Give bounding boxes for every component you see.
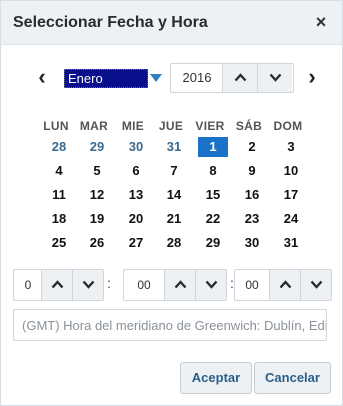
minute-decrement-button[interactable] xyxy=(195,270,226,300)
calendar-day[interactable]: 18 xyxy=(44,209,74,229)
calendar-day[interactable]: 12 xyxy=(82,185,112,205)
second-increment-button[interactable] xyxy=(269,270,300,300)
cancel-button[interactable]: Cancelar xyxy=(254,362,331,394)
time-selector: 0 : 00: 00 xyxy=(13,269,333,301)
calendar-day[interactable]: 31 xyxy=(276,233,306,253)
second-input[interactable]: 00 xyxy=(235,270,269,300)
chevron-down-icon[interactable] xyxy=(150,74,162,82)
calendar-day[interactable]: 14 xyxy=(159,185,189,205)
calendar-day[interactable]: 9 xyxy=(237,161,267,181)
weekday-label: SÁB xyxy=(235,119,263,133)
next-month-icon[interactable]: › xyxy=(301,65,323,91)
chevron-up-icon xyxy=(174,280,187,289)
calendar-day[interactable]: 22 xyxy=(198,209,228,229)
year-decrement-button[interactable] xyxy=(257,64,292,92)
calendar-day[interactable]: 3 xyxy=(276,137,306,157)
weekday-label: LUN xyxy=(43,119,69,133)
weekday-label: MIE xyxy=(121,119,145,133)
calendar-day[interactable]: 11 xyxy=(44,185,74,205)
month-value[interactable]: Enero xyxy=(64,69,148,88)
calendar-day[interactable]: 5 xyxy=(82,161,112,181)
previous-month-icon[interactable]: ‹ xyxy=(31,65,53,91)
calendar-day[interactable]: 31 xyxy=(159,137,189,157)
calendar-day[interactable]: 21 xyxy=(159,209,189,229)
chevron-down-icon xyxy=(205,280,218,289)
year-increment-button[interactable] xyxy=(222,64,257,92)
hour-decrement-button[interactable] xyxy=(72,270,103,300)
calendar-grid: 28 29 30 31 1 2 3 4 5 6 7 8 9 10 11 12 13 14 15 16 17 18 19 20 2… xyxy=(41,137,311,287)
hour-spinner: 0 xyxy=(13,269,104,301)
chevron-down-icon xyxy=(269,73,282,82)
chevron-up-icon xyxy=(234,73,247,82)
calendar-day[interactable]: 29 xyxy=(82,137,112,157)
calendar-day[interactable]: 17 xyxy=(276,185,306,205)
calendar-day[interactable]: 13 xyxy=(121,185,151,205)
calendar-day[interactable]: 10 xyxy=(276,161,306,181)
calendar-day[interactable]: 2 xyxy=(237,137,267,157)
dialog-title: Seleccionar Fecha y Hora xyxy=(13,14,208,31)
chevron-down-icon xyxy=(310,280,323,289)
weekday-label: DOM xyxy=(273,119,303,133)
dialog-header: Seleccionar Fecha y Hora × xyxy=(1,1,342,45)
year-input[interactable]: 2016 xyxy=(171,64,223,92)
month-select[interactable]: Enero xyxy=(62,66,166,90)
calendar-day[interactable]: 24 xyxy=(276,209,306,229)
calendar-day[interactable]: 30 xyxy=(237,233,267,253)
calendar-day[interactable]: 26 xyxy=(82,233,112,253)
minute-input[interactable]: 00 xyxy=(124,270,164,300)
calendar-day[interactable]: 8 xyxy=(198,161,228,181)
minute-spinner: 00 xyxy=(123,269,227,301)
second-spinner: 00 xyxy=(234,269,332,301)
close-icon[interactable]: × xyxy=(312,12,330,32)
chevron-up-icon xyxy=(279,280,292,289)
calendar-day[interactable]: 25 xyxy=(44,233,74,253)
weekday-label: MAR xyxy=(79,119,109,133)
time-separator: : xyxy=(107,275,111,291)
calendar-day[interactable]: 23 xyxy=(237,209,267,229)
chevron-down-icon xyxy=(82,280,95,289)
calendar-day[interactable]: 7 xyxy=(159,161,189,181)
timezone-field[interactable]: (GMT) Hora del meridiano de Greenwich: D… xyxy=(13,309,327,341)
second-decrement-button[interactable] xyxy=(300,270,331,300)
weekday-header: LUN MAR MIE JUE VIER SÁB DOM xyxy=(41,119,311,135)
calendar-day[interactable]: 27 xyxy=(121,233,151,253)
calendar-day[interactable]: 28 xyxy=(159,233,189,253)
hour-input[interactable]: 0 xyxy=(14,270,42,300)
weekday-label: VIER xyxy=(195,119,225,133)
calendar-day[interactable]: 20 xyxy=(121,209,151,229)
date-time-dialog: Seleccionar Fecha y Hora × ‹ Enero 2016 … xyxy=(0,0,343,406)
calendar-day[interactable]: 28 xyxy=(44,137,74,157)
hour-increment-button[interactable] xyxy=(41,270,72,300)
calendar-day-selected[interactable]: 1 xyxy=(198,137,228,157)
calendar-day[interactable]: 30 xyxy=(121,137,151,157)
month-year-navigation: ‹ Enero 2016 › xyxy=(1,63,342,93)
weekday-label: JUE xyxy=(158,119,184,133)
timezone-value: (GMT) Hora del meridiano de Greenwich: D… xyxy=(22,318,326,333)
minute-increment-button[interactable] xyxy=(164,270,195,300)
accept-button[interactable]: Aceptar xyxy=(180,362,252,394)
calendar-day[interactable]: 6 xyxy=(121,161,151,181)
calendar-day[interactable]: 29 xyxy=(198,233,228,253)
calendar-day[interactable]: 15 xyxy=(198,185,228,205)
chevron-up-icon xyxy=(51,280,64,289)
calendar-day[interactable]: 19 xyxy=(82,209,112,229)
calendar-day[interactable]: 16 xyxy=(237,185,267,205)
calendar-day[interactable]: 4 xyxy=(44,161,74,181)
year-spinner: 2016 xyxy=(170,63,294,93)
